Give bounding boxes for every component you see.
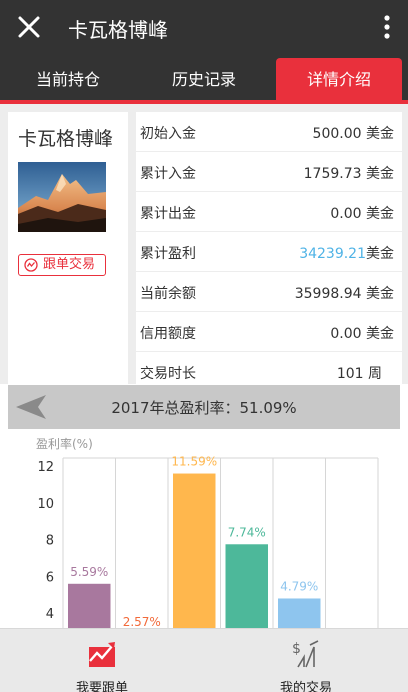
stat-unit: 美金 <box>366 126 394 142</box>
follow-trade-button[interactable]: 跟单交易 <box>18 254 106 276</box>
tab-details[interactable]: 详情介绍 <box>276 58 402 102</box>
stat-label: 累计盈利 <box>140 246 196 262</box>
bar-value-label: 2.57% <box>123 615 161 628</box>
stat-label: 当前余额 <box>140 286 196 302</box>
close-icon[interactable] <box>14 12 44 42</box>
bar-value-label: 7.74% <box>228 525 266 539</box>
stat-label: 累计入金 <box>140 166 196 182</box>
bar-value-label: 4.79% <box>280 579 318 593</box>
bar <box>278 598 321 628</box>
tab-history[interactable]: 历史记录 <box>136 58 272 102</box>
stat-unit: 美金 <box>366 326 394 342</box>
bar-value-label: 5.59% <box>70 565 108 579</box>
nav-follow-trade[interactable]: 我要跟单 <box>0 629 204 692</box>
yearly-profit-text: 2017年总盈利率：51.09% <box>111 399 297 417</box>
dollar-trade-icon: $ <box>292 640 319 668</box>
stat-number: 101 <box>336 366 364 382</box>
y-tick-label: 8 <box>46 534 54 549</box>
stat-unit: 美金 <box>366 246 394 262</box>
y-axis-label: 盈利率(%) <box>36 436 93 451</box>
svg-text:$: $ <box>292 641 301 657</box>
profile-name: 卡瓦格博峰 <box>18 128 114 150</box>
nav-label: 我的交易 <box>279 681 332 692</box>
nav-my-trades[interactable]: $ 我的交易 <box>204 629 408 692</box>
stat-label: 初始入金 <box>140 126 196 142</box>
stat-row-initial-deposit: 初始入金 500.00 美金 <box>136 112 402 151</box>
bottom-nav: 我要跟单 $ 我的交易 <box>0 628 408 692</box>
stat-number: 0.00 <box>330 326 362 342</box>
profit-chart-svg: 盈利率(%) 4 6 8 10 12 5.59% 2.57% 11.59% 7.74% 4.79% <box>36 436 379 628</box>
mountain-photo <box>18 162 106 232</box>
stat-label: 信用额度 <box>140 326 196 342</box>
stat-row-total-deposit: 累计入金 1759.73 美金 <box>136 152 402 191</box>
profile-card: 卡瓦格博峰 跟单交易 <box>8 112 128 384</box>
top-bar: 卡瓦格博峰 <box>0 0 408 58</box>
stat-row-credit: 信用额度 0.00 美金 <box>136 312 402 351</box>
y-tick-label: 10 <box>37 497 54 512</box>
bar-value-label: 11.59% <box>171 455 217 469</box>
nav-label: 我要跟单 <box>75 681 128 692</box>
more-vertical-icon[interactable] <box>382 14 392 40</box>
bar <box>173 473 216 628</box>
stat-row-balance: 当前余额 35998.94 美金 <box>136 272 402 311</box>
stat-value: 0.00 美金 <box>330 323 394 343</box>
stats-list: 初始入金 500.00 美金 累计入金 1759.73 美金 累计出金 0.00… <box>136 112 402 392</box>
stat-label: 交易时长 <box>140 366 196 382</box>
stat-value: 500.00 美金 <box>313 123 394 143</box>
yearly-profit-banner: 2017年总盈利率：51.09% <box>8 385 400 429</box>
info-panel: 卡瓦格博峰 跟单交易 初始入金 500.00 美金 累计入金 1759.73 美… <box>0 104 408 391</box>
stat-value: 35998.94 美金 <box>295 283 394 303</box>
y-tick-label: 6 <box>46 570 54 585</box>
bar <box>68 583 111 628</box>
stat-number: 34239.21 <box>299 246 366 262</box>
tab-current-positions[interactable]: 当前持仓 <box>0 58 136 102</box>
stat-row-total-profit: 累计盈利 34239.21美金 <box>136 232 402 271</box>
stat-number: 35998.94 <box>294 286 362 302</box>
follow-trade-icon <box>24 258 38 272</box>
stat-label: 累计出金 <box>140 206 196 222</box>
profit-chart: 盈利率(%) 4 6 8 10 12 5.59% 2.57% 11.59% 7.74% 4.79% <box>8 430 400 628</box>
stat-unit: 美金 <box>366 206 394 222</box>
y-tick-label: 4 <box>46 607 54 622</box>
stat-number: 1759.73 <box>303 166 362 182</box>
y-tick-label: 12 <box>37 460 54 475</box>
follow-trade-label: 跟单交易 <box>43 257 96 272</box>
stat-value: 0.00 美金 <box>330 203 394 223</box>
bar <box>225 544 268 628</box>
tab-bar: 当前持仓 历史记录 详情介绍 <box>0 58 408 102</box>
stat-value: 34239.21美金 <box>299 243 394 263</box>
stat-unit: 周 <box>368 366 382 382</box>
page-title: 卡瓦格博峰 <box>68 18 168 42</box>
stat-number: 500.00 <box>312 126 362 142</box>
stat-row-total-withdrawal: 累计出金 0.00 美金 <box>136 192 402 231</box>
stat-unit: 美金 <box>366 166 394 182</box>
stat-number: 0.00 <box>330 206 362 222</box>
stat-value: 1759.73 美金 <box>304 163 394 183</box>
stat-value: 101 周 <box>337 363 382 383</box>
stat-unit: 美金 <box>366 286 394 302</box>
chart-trend-icon <box>89 642 115 667</box>
